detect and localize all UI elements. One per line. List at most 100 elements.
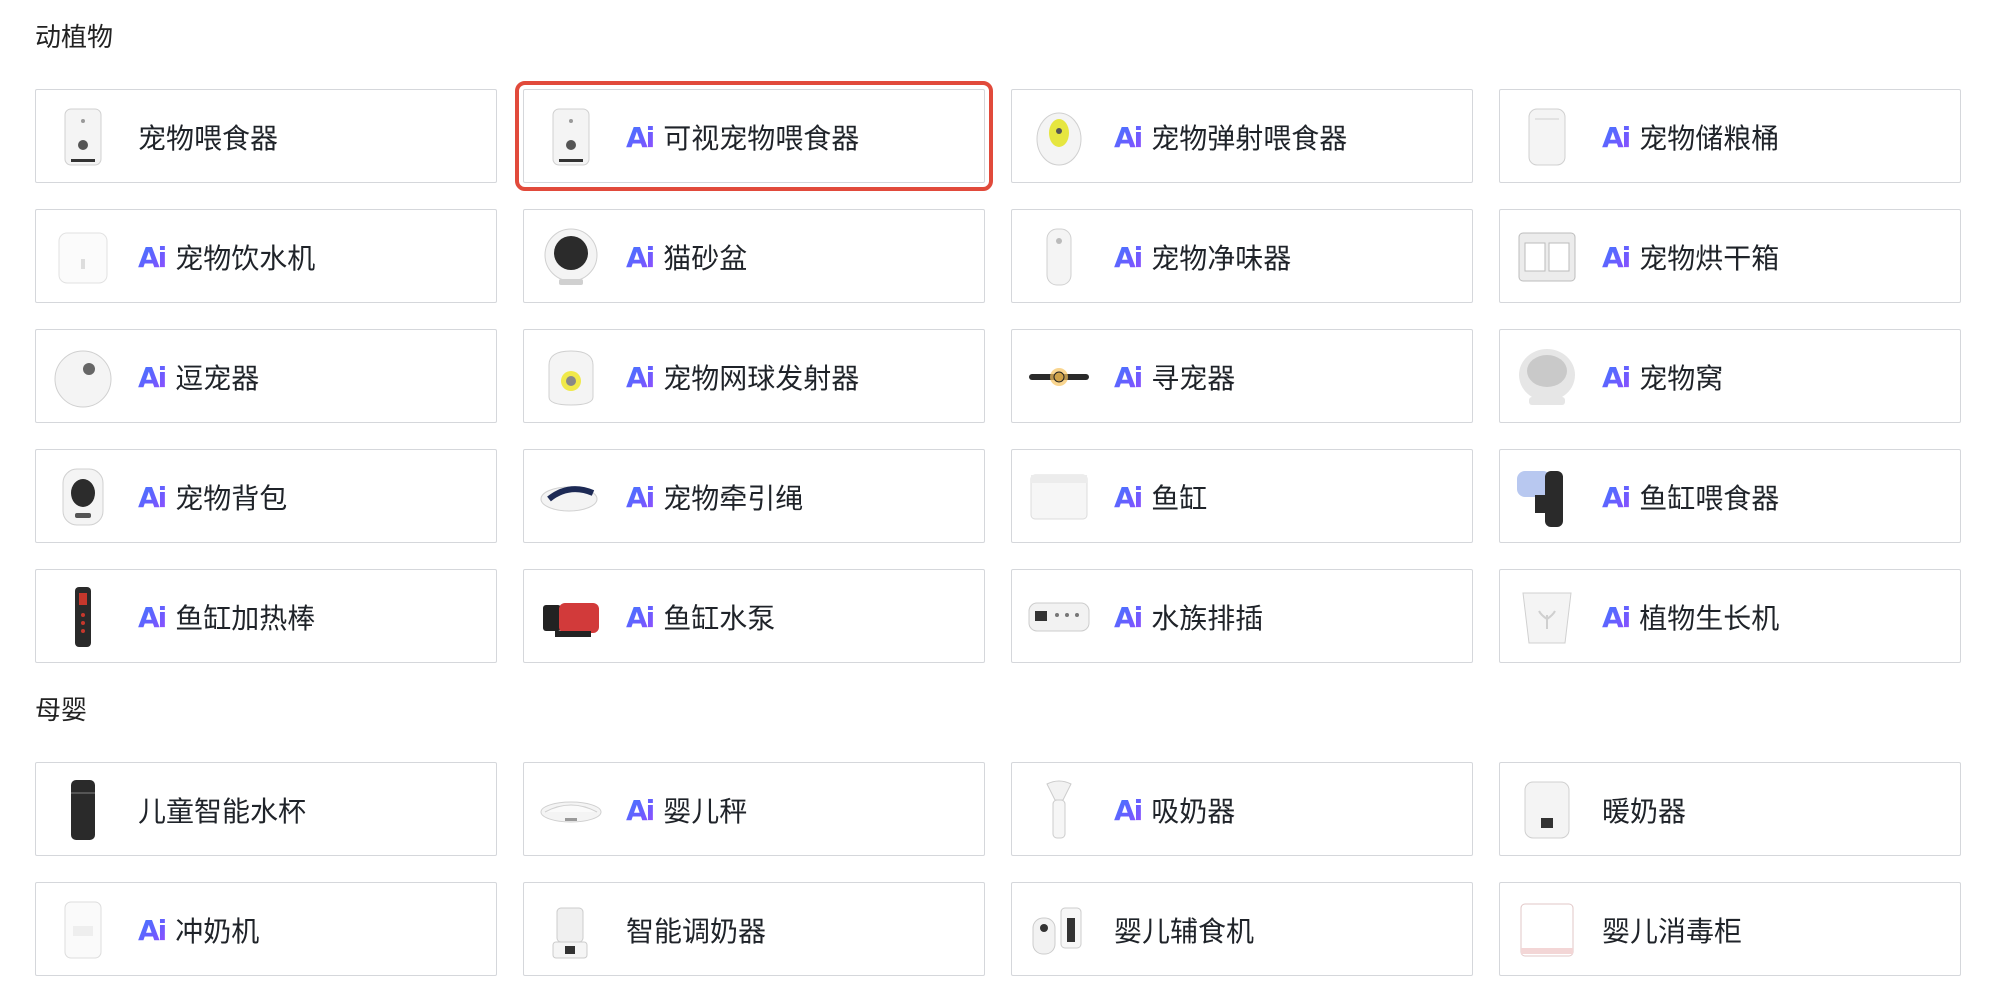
- fish-tank-icon: [1024, 462, 1094, 532]
- device-category-card[interactable]: Ai 宠物烘干箱: [1499, 209, 1961, 303]
- device-category-text: 鱼缸喂食器: [1639, 483, 1780, 514]
- device-category-card[interactable]: Ai 宠物窝: [1499, 329, 1961, 423]
- formula-maker-icon: [48, 895, 118, 965]
- device-category-card[interactable]: Ai 逗宠器: [35, 329, 497, 423]
- device-category-text: 鱼缸加热棒: [175, 603, 316, 634]
- pet-backpack-icon: [48, 462, 118, 532]
- device-category-text: 婴儿消毒柜: [1602, 916, 1743, 947]
- ai-badge-icon: Ai: [626, 120, 655, 154]
- device-category-text: 宠物牵引绳: [663, 483, 804, 514]
- pet-toy-ball-icon: [48, 342, 118, 412]
- device-category-label: Ai 水族排插: [1114, 570, 1263, 664]
- ai-badge-icon: Ai: [138, 480, 167, 514]
- pet-tracker-icon: [1024, 342, 1094, 412]
- ai-badge-icon: Ai: [1114, 600, 1143, 634]
- device-category-label: Ai 宠物网球发射器: [626, 330, 859, 424]
- pet-leash-icon: [536, 462, 606, 532]
- ai-badge-icon: Ai: [1114, 480, 1143, 514]
- device-category-card[interactable]: 暖奶器: [1499, 762, 1961, 856]
- sterilizer-cabinet-icon: [1512, 895, 1582, 965]
- device-category-text: 宠物净味器: [1151, 243, 1292, 274]
- device-category-label: Ai 冲奶机: [138, 883, 259, 977]
- device-category-card[interactable]: Ai 吸奶器: [1011, 762, 1473, 856]
- device-category-label: Ai 宠物窝: [1602, 330, 1723, 424]
- ai-badge-icon: Ai: [138, 600, 167, 634]
- device-category-label: 婴儿辅食机: [1114, 883, 1254, 977]
- device-category-text: 宠物窝: [1639, 363, 1724, 394]
- device-category-text: 智能调奶器: [626, 916, 767, 947]
- device-category-card[interactable]: Ai 植物生长机: [1499, 569, 1961, 663]
- device-category-label: 婴儿消毒柜: [1602, 883, 1742, 977]
- device-category-label: Ai 鱼缸水泵: [626, 570, 775, 664]
- device-category-card[interactable]: Ai 宠物牵引绳: [523, 449, 985, 543]
- device-category-card[interactable]: 婴儿消毒柜: [1499, 882, 1961, 976]
- device-category-text: 植物生长机: [1639, 603, 1780, 634]
- device-category-text: 鱼缸: [1151, 483, 1208, 514]
- aquarium-heater-icon: [48, 582, 118, 652]
- device-category-label: Ai 鱼缸加热棒: [138, 570, 315, 664]
- ai-badge-icon: Ai: [138, 240, 167, 274]
- aquarium-pump-icon: [536, 582, 606, 652]
- ai-badge-icon: Ai: [1602, 480, 1631, 514]
- ai-badge-icon: Ai: [626, 240, 655, 274]
- device-category-text: 吸奶器: [1151, 796, 1236, 827]
- device-category-text: 鱼缸水泵: [663, 603, 776, 634]
- device-category-label: 暖奶器: [1602, 763, 1686, 857]
- aquarium-power-strip-icon: [1024, 582, 1094, 652]
- device-category-card[interactable]: Ai 猫砂盆: [523, 209, 985, 303]
- device-category-card[interactable]: Ai 宠物弹射喂食器: [1011, 89, 1473, 183]
- pet-water-fountain-icon: [48, 222, 118, 292]
- device-category-label: Ai 植物生长机: [1602, 570, 1779, 664]
- device-category-card[interactable]: Ai 宠物饮水机: [35, 209, 497, 303]
- section-title-mother-baby: 母婴: [35, 695, 88, 725]
- ai-badge-icon: Ai: [626, 360, 655, 394]
- device-category-card[interactable]: 婴儿辅食机: [1011, 882, 1473, 976]
- baby-food-maker-icon: [1024, 895, 1094, 965]
- device-category-card[interactable]: 宠物喂食器: [35, 89, 497, 183]
- device-category-card[interactable]: Ai 水族排插: [1011, 569, 1473, 663]
- ai-badge-icon: Ai: [1114, 360, 1143, 394]
- baby-scale-icon: [536, 775, 606, 845]
- device-category-text: 猫砂盆: [663, 243, 748, 274]
- device-category-card[interactable]: Ai 宠物净味器: [1011, 209, 1473, 303]
- device-category-page: 动植物 宠物喂食器 Ai 可视宠物喂食器 Ai 宠物弹射喂食器 Ai 宠物储粮桶 Ai 宠物饮水…: [0, 0, 1992, 992]
- device-category-text: 宠物网球发射器: [663, 363, 860, 394]
- device-category-label: Ai 宠物储粮桶: [1602, 90, 1779, 184]
- device-category-text: 可视宠物喂食器: [663, 123, 860, 154]
- device-category-text: 寻宠器: [1151, 363, 1236, 394]
- device-category-text: 儿童智能水杯: [138, 796, 307, 827]
- pet-feeder-icon: [48, 102, 118, 172]
- ai-badge-icon: Ai: [626, 600, 655, 634]
- device-category-card[interactable]: Ai 宠物储粮桶: [1499, 89, 1961, 183]
- device-category-card[interactable]: Ai 鱼缸加热棒: [35, 569, 497, 663]
- device-category-card[interactable]: 智能调奶器: [523, 882, 985, 976]
- litter-box-icon: [536, 222, 606, 292]
- device-category-text: 宠物喂食器: [138, 123, 279, 154]
- device-category-card[interactable]: Ai 宠物网球发射器: [523, 329, 985, 423]
- device-category-card[interactable]: Ai 婴儿秤: [523, 762, 985, 856]
- device-category-label: Ai 逗宠器: [138, 330, 259, 424]
- device-category-text: 宠物饮水机: [175, 243, 316, 274]
- device-category-label: Ai 宠物牵引绳: [626, 450, 803, 544]
- device-category-card[interactable]: Ai 冲奶机: [35, 882, 497, 976]
- plant-grower-icon: [1512, 582, 1582, 652]
- device-category-label: Ai 鱼缸喂食器: [1602, 450, 1779, 544]
- ai-badge-icon: Ai: [1114, 240, 1143, 274]
- ai-badge-icon: Ai: [1602, 240, 1631, 274]
- device-category-card[interactable]: Ai 鱼缸: [1011, 449, 1473, 543]
- device-category-label: Ai 宠物饮水机: [138, 210, 315, 304]
- odor-purifier-icon: [1024, 222, 1094, 292]
- device-category-label: Ai 可视宠物喂食器: [626, 90, 859, 184]
- device-category-card[interactable]: Ai 寻宠器: [1011, 329, 1473, 423]
- pet-bed-icon: [1512, 342, 1582, 412]
- treat-launcher-icon: [1024, 102, 1094, 172]
- device-category-text: 宠物储粮桶: [1639, 123, 1780, 154]
- device-category-card[interactable]: Ai 鱼缸水泵: [523, 569, 985, 663]
- device-category-text: 逗宠器: [175, 363, 260, 394]
- device-category-label: 儿童智能水杯: [138, 763, 306, 857]
- device-category-card[interactable]: 儿童智能水杯: [35, 762, 497, 856]
- device-category-card[interactable]: Ai 鱼缸喂食器: [1499, 449, 1961, 543]
- device-category-card[interactable]: Ai 宠物背包: [35, 449, 497, 543]
- device-category-card[interactable]: Ai 可视宠物喂食器: [515, 81, 993, 191]
- device-category-label: Ai 宠物净味器: [1114, 210, 1291, 304]
